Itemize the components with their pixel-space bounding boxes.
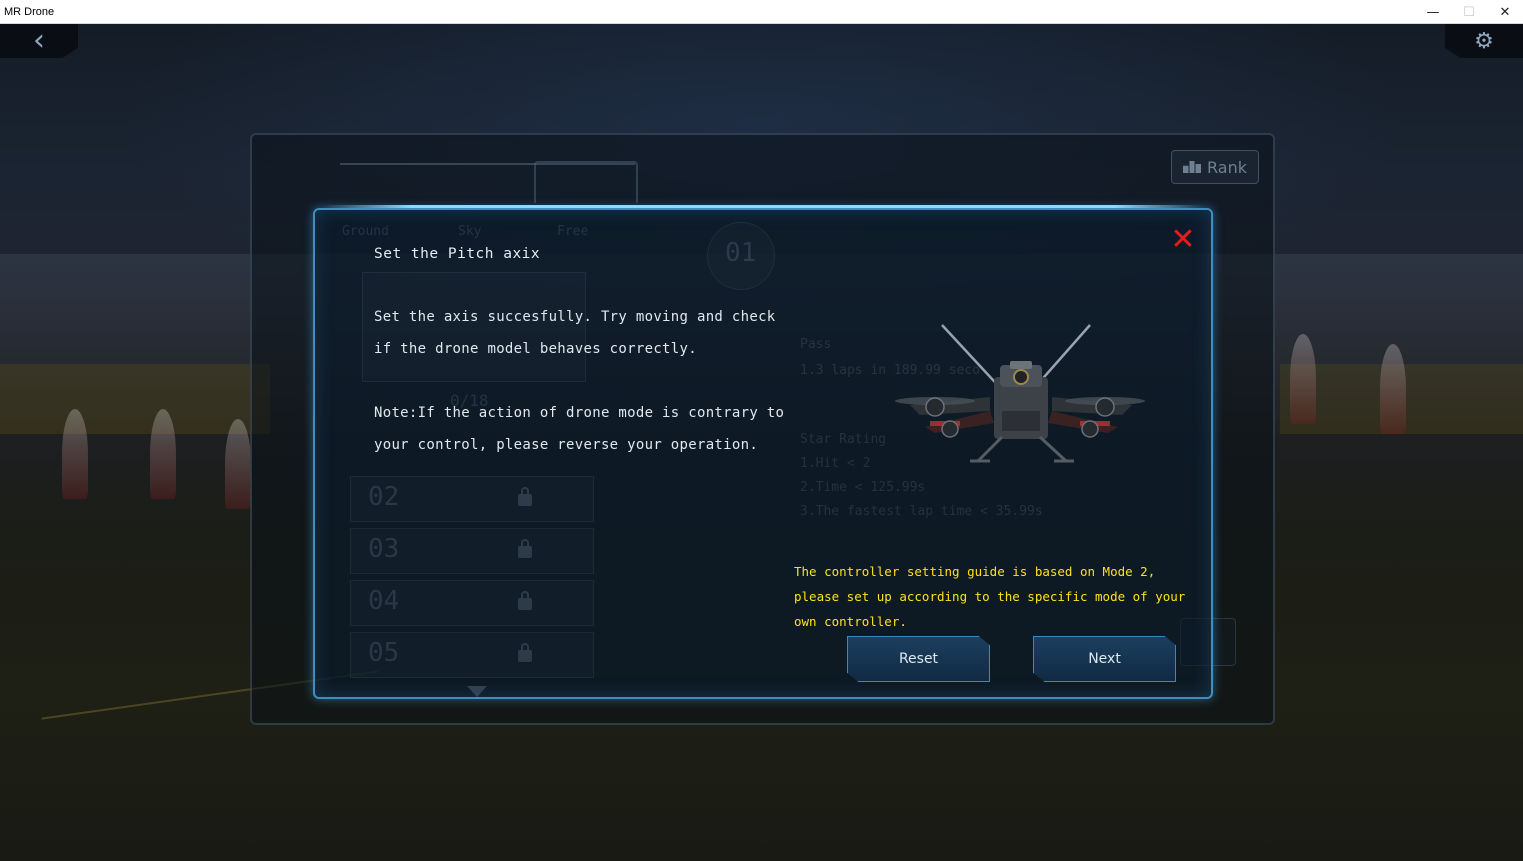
close-window-button[interactable]: ✕ [1487,0,1523,24]
level-number: 04 [368,586,400,616]
star-rating-item: 2.Time < 125.99s [800,480,926,495]
next-button[interactable]: Next [1033,636,1176,682]
dialog-note: Note:If the action of drone mode is cont… [374,405,785,453]
lock-icon [518,487,532,506]
settings-button[interactable]: ⚙ [1445,24,1523,58]
maximize-button[interactable]: ☐ [1451,0,1487,24]
level-number: 02 [368,482,400,512]
lock-icon [518,591,532,610]
lock-icon [518,643,532,662]
lock-icon [518,539,532,558]
rank-button[interactable]: Rank [1171,150,1259,184]
flag-decoration [62,409,88,499]
window-titlebar: MR Drone — ☐ ✕ [0,0,1523,24]
drone-model-image [895,324,1145,463]
gear-icon: ⚙ [1474,28,1494,54]
dialog-title: Set the Pitch axix [374,246,541,262]
panel-tab-frame [534,161,638,203]
star-rating-item: 3.The fastest lap time < 35.99s [800,504,1043,519]
flag-decoration [1290,334,1316,424]
stand-banner-left [0,364,270,434]
level-badge-number: 01 [725,238,757,268]
flag-decoration [150,409,176,499]
star-rating-heading: Star Rating [800,432,887,447]
back-button[interactable]: ‹ [0,24,78,58]
minimize-button[interactable]: — [1415,0,1451,24]
flag-decoration [1380,344,1406,434]
rank-label: Rank [1207,157,1247,177]
back-arrow-icon: ‹ [33,24,45,58]
mode-notice: The controller setting guide is based on… [794,564,1186,629]
star-rating-item: 1.Hit < 2 [800,456,871,471]
window-title: MR Drone [4,5,55,18]
pass-heading: Pass [800,337,832,352]
level-number: 03 [368,534,400,564]
podium-icon [1183,161,1201,173]
level-number: 05 [368,638,400,668]
controller-setup-dialog: Ground Sky Free 0/18 01 02 03 04 05 Pass… [313,205,1213,699]
close-icon: ✕ [1170,222,1196,257]
close-dialog-button[interactable]: ✕ [1168,225,1198,255]
window-controls: — ☐ ✕ [1415,0,1523,24]
tab-ground: Ground [342,224,389,239]
reset-button[interactable]: Reset [847,636,990,682]
tab-free: Free [557,224,589,239]
dialog-message: Set the axis succesfully. Try moving and… [374,309,776,357]
tab-sky: Sky [458,224,482,239]
flag-decoration [225,419,251,509]
